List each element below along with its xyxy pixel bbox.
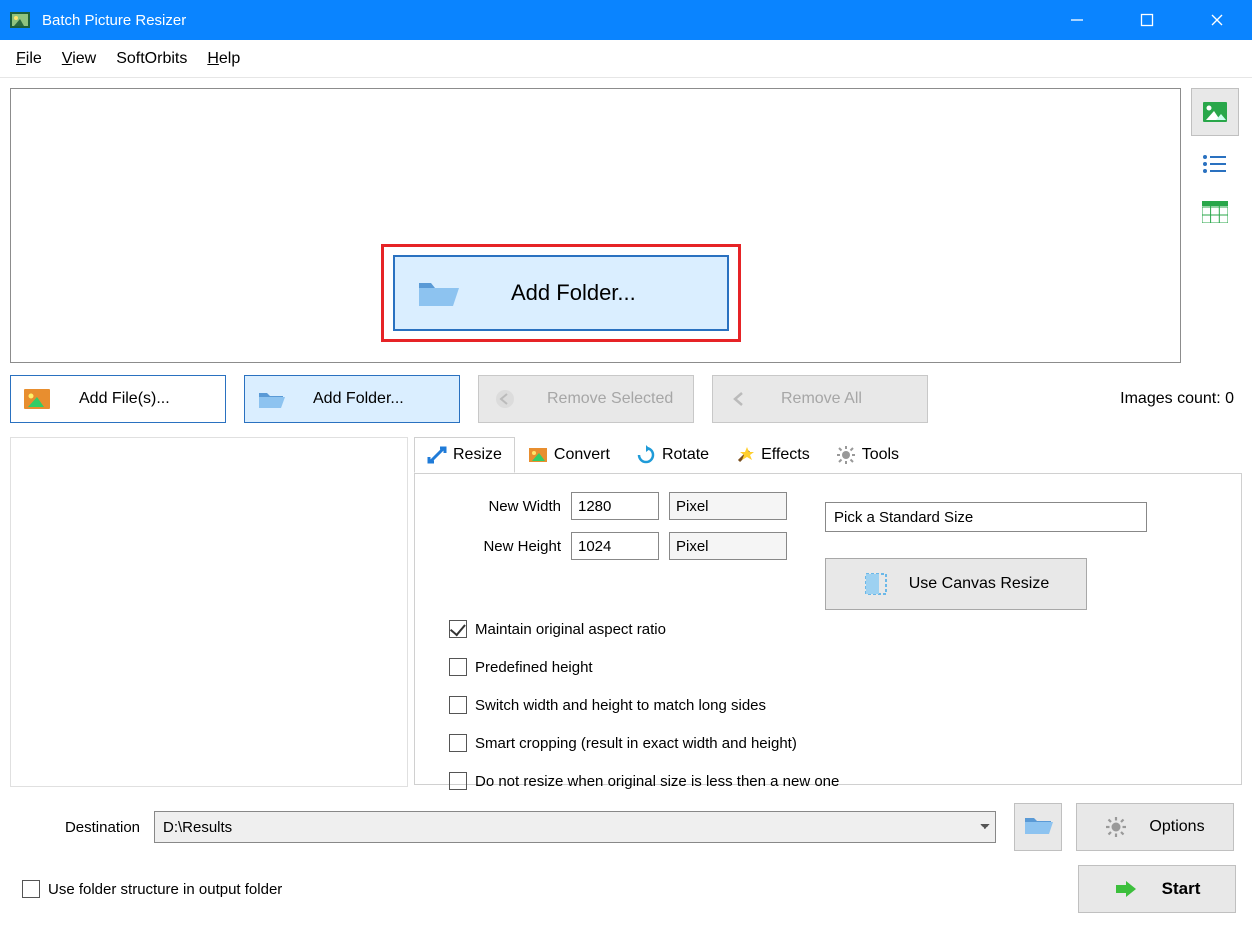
minimize-button[interactable] [1042,0,1112,40]
images-count-label: Images count: 0 [1120,390,1234,408]
add-folder-label: Add Folder... [313,390,404,408]
tools-icon [836,445,856,465]
canvas-icon [863,571,889,597]
preview-canvas: Add Folder... [10,88,1181,363]
remove-icon [491,388,519,410]
close-button[interactable] [1182,0,1252,40]
view-image-button[interactable] [1191,88,1239,136]
tabbar: Resize Convert Rotate Effects Tools [414,437,1242,473]
tab-effects-label: Effects [761,446,810,464]
menubar: File View SoftOrbits Help [0,40,1252,78]
destination-label: Destination [10,819,140,836]
folder-structure-label: Use folder structure in output folder [48,881,282,898]
folder-open-icon [257,388,285,410]
image-icon [1201,98,1229,126]
tab-tools[interactable]: Tools [823,437,912,473]
options-button[interactable]: Options [1076,803,1234,851]
canvas-resize-button[interactable]: Use Canvas Resize [825,558,1087,610]
tab-tools-label: Tools [862,446,899,464]
menu-view[interactable]: View [52,44,106,74]
standard-size-select[interactable]: Pick a Standard Size [825,502,1147,532]
folder-structure-checkbox[interactable] [22,880,40,898]
folder-open-icon [1023,813,1053,842]
remove-selected-label: Remove Selected [547,390,673,408]
resize-icon [427,445,447,465]
menu-softorbits[interactable]: SoftOrbits [106,44,197,74]
new-width-label: New Width [435,498,561,515]
add-folder-highlight: Add Folder... [381,244,741,342]
height-unit-select[interactable]: Pixel [669,532,787,560]
titlebar: Batch Picture Resizer [0,0,1252,40]
tab-convert[interactable]: Convert [515,437,623,473]
remove-all-icon [725,388,753,410]
app-icon [8,8,32,32]
grid-icon [1202,201,1228,223]
switch-wh-checkbox[interactable] [449,696,467,714]
tab-rotate[interactable]: Rotate [623,437,722,473]
no-upscale-label: Do not resize when original size is less… [475,773,839,790]
remove-selected-button[interactable]: Remove Selected [478,375,694,423]
aspect-ratio-checkbox[interactable] [449,620,467,638]
tab-rotate-label: Rotate [662,446,709,464]
smart-cropping-label: Smart cropping (result in exact width an… [475,735,797,752]
start-button[interactable]: Start [1078,865,1236,913]
remove-all-button[interactable]: Remove All [712,375,928,423]
start-label: Start [1162,879,1201,899]
menu-file[interactable]: File [6,44,52,74]
no-upscale-checkbox[interactable] [449,772,467,790]
new-height-label: New Height [435,538,561,555]
app-title: Batch Picture Resizer [42,12,186,29]
image-icon [23,388,51,410]
add-folder-button[interactable]: Add Folder... [244,375,460,423]
convert-icon [528,445,548,465]
add-files-button[interactable]: Add File(s)... [10,375,226,423]
resize-tab-content: New Width Pixel New Height Pixel Pick a … [414,473,1242,785]
new-height-input[interactable] [571,532,659,560]
canvas-resize-label: Use Canvas Resize [909,575,1050,593]
tab-convert-label: Convert [554,446,610,464]
remove-all-label: Remove All [781,390,862,408]
menu-help[interactable]: Help [197,44,250,74]
view-grid-button[interactable] [1201,198,1229,226]
add-folder-big-label: Add Folder... [511,280,636,306]
tab-resize[interactable]: Resize [414,437,515,473]
list-icon [1202,153,1228,175]
properties-panel [10,437,408,787]
maximize-button[interactable] [1112,0,1182,40]
gear-icon [1105,816,1127,838]
options-label: Options [1149,818,1204,836]
view-mode-toolbar [1187,88,1242,363]
rotate-icon [636,445,656,465]
switch-wh-label: Switch width and height to match long si… [475,697,766,714]
effects-icon [735,445,755,465]
browse-folder-button[interactable] [1014,803,1062,851]
file-toolbar: Add File(s)... Add Folder... Remove Sele… [10,375,1242,423]
tab-resize-label: Resize [453,446,502,464]
add-folder-big-button[interactable]: Add Folder... [393,255,729,331]
play-icon [1114,877,1138,901]
predefined-height-label: Predefined height [475,659,593,676]
smart-cropping-checkbox[interactable] [449,734,467,752]
tab-effects[interactable]: Effects [722,437,823,473]
destination-select[interactable]: D:\Results [154,811,996,843]
aspect-ratio-label: Maintain original aspect ratio [475,621,666,638]
new-width-input[interactable] [571,492,659,520]
add-files-label: Add File(s)... [79,390,170,408]
predefined-height-checkbox[interactable] [449,658,467,676]
folder-open-icon [415,275,461,311]
view-list-button[interactable] [1201,150,1229,178]
width-unit-select[interactable]: Pixel [669,492,787,520]
